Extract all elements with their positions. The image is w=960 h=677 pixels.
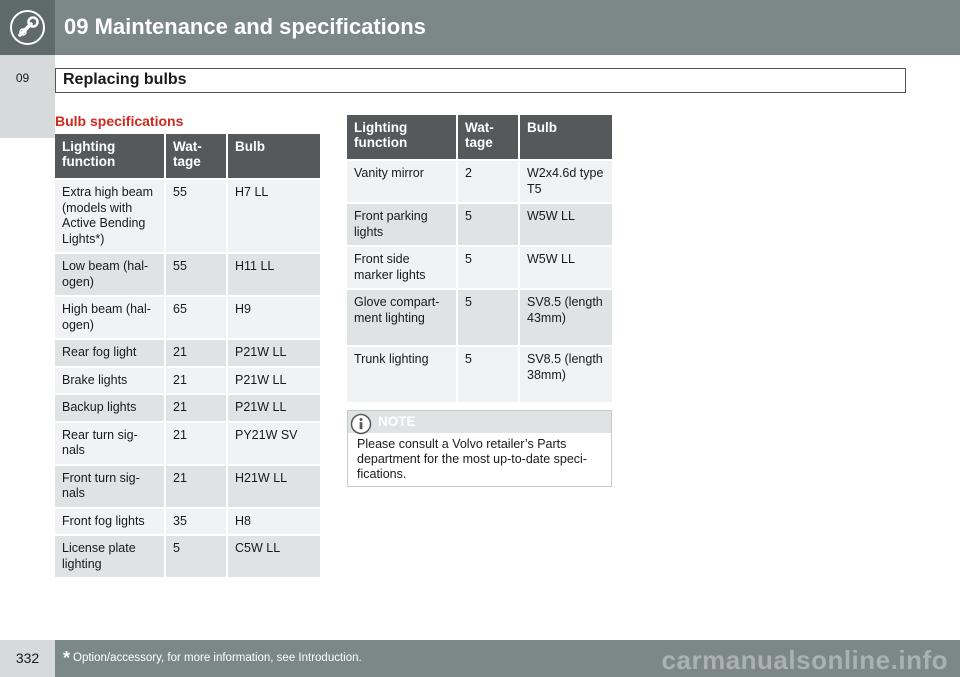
table-row: Front parking lights 5 W5W LL (347, 204, 612, 245)
table-cell: 5 (458, 247, 520, 288)
section-title: Replacing bulbs (63, 71, 187, 88)
page-number: 332 (15, 650, 40, 666)
column-header: Lighting function (347, 115, 458, 159)
table-cell: H11 LL (228, 254, 320, 295)
table-cell: Front side marker lights (347, 247, 458, 288)
bulb-table-left: Lighting function Wat-tage Bulb Extra hi… (55, 132, 320, 579)
column-header: Bulb (228, 134, 320, 178)
table-cell: 21 (166, 395, 228, 421)
table-row: Extra high beam (models with Active Bend… (55, 180, 320, 252)
table-cell: H9 (228, 297, 320, 338)
table-row: Backup lights 21 P21W LL (55, 395, 320, 421)
note-header: NOTE (348, 411, 611, 435)
table-row: Vanity mirror 2 W2x4.6d type T5 (347, 161, 612, 202)
table-cell: 55 (166, 254, 228, 295)
table-cell: Backup lights (55, 395, 166, 421)
note-label: NOTE (378, 414, 416, 429)
footnote: * Option/accessory, for more information,… (63, 648, 362, 669)
table-row: Front fog lights 35 H8 (55, 508, 320, 534)
table-cell: SV8.5 (length 43mm) (520, 290, 612, 345)
table-cell: Extra high beam (models with Active Bend… (55, 180, 166, 252)
table-cell: 2 (458, 161, 520, 202)
chapter-title: 09 Maintenance and specifications (64, 14, 426, 39)
table-cell: High beam (hal-ogen) (55, 297, 166, 338)
table-cell: 5 (166, 536, 228, 577)
table-row: Glove compart-ment lighting 5 SV8.5 (lengt… (347, 290, 612, 345)
table-cell: Vanity mirror (347, 161, 458, 202)
table-cell: 21 (166, 465, 228, 507)
table-header-row: Lighting function Wat-tage Bulb (347, 115, 612, 159)
table-cell: 5 (458, 204, 520, 245)
table-cell: SV8.5 (length 38mm) (520, 347, 612, 402)
table-row: Trunk lighting 5 SV8.5 (length 38mm) (347, 347, 612, 402)
chapter-side-tab-label: 09 (15, 71, 30, 85)
table-cell: 55 (166, 180, 228, 252)
column-header: Lighting function (55, 134, 166, 178)
info-icon (350, 413, 372, 435)
table-cell: PY21W SV (228, 422, 320, 464)
table-cell: Brake lights (55, 367, 166, 393)
table-cell: P21W LL (228, 367, 320, 393)
table-row: High beam (hal-ogen) 65 H9 (55, 297, 320, 338)
chapter-icon-box (0, 0, 55, 55)
table-cell: Front turn sig-nals (55, 465, 166, 507)
footnote-text: Option/accessory, for more information, … (73, 652, 362, 664)
table-cell: C5W LL (228, 536, 320, 577)
wrench-gear-icon (10, 10, 45, 45)
table-cell: W5W LL (520, 204, 612, 245)
table-row: Brake lights 21 P21W LL (55, 367, 320, 393)
table-row: Front side marker lights 5 W5W LL (347, 247, 612, 288)
table-cell: H21W LL (228, 465, 320, 507)
table-cell: 21 (166, 340, 228, 366)
table-cell: 35 (166, 508, 228, 534)
column-header: Wat-tage (166, 134, 228, 178)
table-row: Front turn sig-nals 21 H21W LL (55, 465, 320, 507)
table-cell: Low beam (hal-ogen) (55, 254, 166, 295)
table-cell: Glove compart-ment lighting (347, 290, 458, 345)
table-cell: P21W LL (228, 395, 320, 421)
table-cell: 65 (166, 297, 228, 338)
table-cell: W2x4.6d type T5 (520, 161, 612, 202)
table-cell: 5 (458, 290, 520, 345)
column-header: Wat-tage (458, 115, 520, 159)
table-row: Rear fog light 21 P21W LL (55, 340, 320, 366)
bulb-specifications-heading: Bulb specifications (55, 113, 184, 129)
table-cell: Front parking lights (347, 204, 458, 245)
table-cell: License plate lighting (55, 536, 166, 577)
table-cell: W5W LL (520, 247, 612, 288)
table-cell: P21W LL (228, 340, 320, 366)
table-cell: H7 LL (228, 180, 320, 252)
table-row: Rear turn sig-nals 21 PY21W SV (55, 422, 320, 464)
table-cell: 21 (166, 367, 228, 393)
table-cell: 21 (166, 422, 228, 464)
chapter-side-tab (0, 55, 55, 138)
table-cell: Rear turn sig-nals (55, 422, 166, 464)
table-cell: Rear fog light (55, 340, 166, 366)
table-cell: H8 (228, 508, 320, 534)
column-header: Bulb (520, 115, 612, 159)
table-row: License plate lighting 5 C5W LL (55, 536, 320, 577)
note-box: NOTE Please consult a Volvo retailer’s P… (347, 410, 612, 487)
table-cell: 5 (458, 347, 520, 402)
table-cell: Trunk lighting (347, 347, 458, 402)
note-text: Please consult a Volvo retailer’s Parts … (357, 437, 587, 481)
footnote-star: * (63, 648, 71, 668)
table-cell: Front fog lights (55, 508, 166, 534)
bulb-table-right: Lighting function Wat-tage Bulb Vanity m… (347, 113, 612, 404)
watermark: carmanualsonline.info (661, 645, 948, 675)
table-header-row: Lighting function Wat-tage Bulb (55, 134, 320, 178)
table-row: Low beam (hal-ogen) 55 H11 LL (55, 254, 320, 295)
